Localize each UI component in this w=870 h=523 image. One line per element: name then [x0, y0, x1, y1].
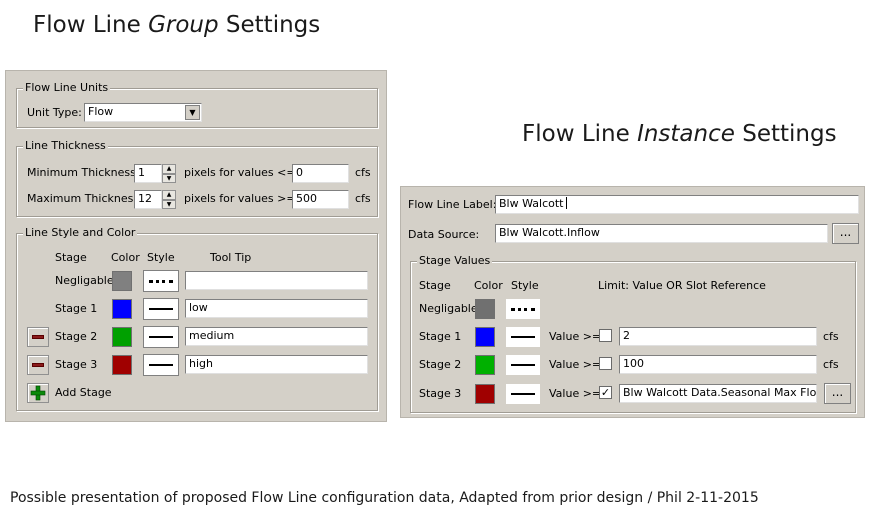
line-style-stage-1[interactable]	[143, 298, 179, 320]
stage-label-1: Stage 1	[55, 302, 98, 315]
max-thickness-label: Maximum Thickness:	[27, 192, 143, 205]
min-thickness-suffix: pixels for values <=	[184, 166, 296, 179]
stage-label-3: Stage 3	[419, 387, 462, 400]
remove-stage-2-button[interactable]	[27, 327, 49, 347]
remove-stage-3-button[interactable]	[27, 355, 49, 375]
slot-ref-checkbox-stage-3[interactable]: ✓	[599, 386, 612, 399]
data-source-label: Data Source:	[408, 228, 480, 241]
flow-line-label-input[interactable]: Blw Walcott	[495, 195, 859, 214]
color-swatch-negligable[interactable]	[112, 271, 132, 291]
color-swatch-stage-3[interactable]	[112, 355, 132, 375]
stage-values-group: Stage Values Stage Color Style Limit: Va…	[410, 254, 856, 413]
col-header-style: Style	[147, 251, 175, 264]
group-settings-panel: Flow Line Units Unit Type: Flow ▼ Line T…	[5, 70, 387, 422]
minus-icon	[32, 335, 44, 339]
chevron-down-icon[interactable]: ▼	[185, 105, 200, 120]
min-thickness-input[interactable]: 1	[134, 164, 162, 183]
unit-type-label: Unit Type:	[27, 106, 82, 119]
color-swatch-negligable	[475, 299, 495, 319]
line-style-color-legend: Line Style and Color	[23, 226, 138, 240]
add-stage-label[interactable]: Add Stage	[55, 386, 112, 400]
limit-input-stage-3[interactable]: Blw Walcott Data.Seasonal Max Flow	[619, 384, 817, 403]
footer-caption: Possible presentation of proposed Flow L…	[10, 490, 759, 506]
flow-line-label-value: Blw Walcott	[499, 197, 564, 210]
line-style-stage-2[interactable]	[143, 326, 179, 348]
tooltip-input-stage-3[interactable]: high	[185, 355, 368, 374]
flow-line-units-legend: Flow Line Units	[23, 81, 111, 95]
group-settings-heading: Flow Line Group Settings	[33, 12, 321, 38]
value-prefix-stage-1: Value >=	[549, 330, 602, 343]
spin-up-icon[interactable]: ▲	[162, 164, 176, 174]
min-threshold-unit: cfs	[355, 166, 371, 179]
flow-line-label-label: Flow Line Label:	[408, 198, 497, 211]
stage-label-1: Stage 1	[419, 330, 462, 343]
max-thickness-stepper[interactable]: ▲ ▼	[162, 190, 176, 209]
max-threshold-input[interactable]: 500	[292, 190, 349, 209]
limit-input-stage-2[interactable]: 100	[619, 355, 817, 374]
max-threshold-unit: cfs	[355, 192, 371, 205]
col-header-style: Style	[511, 279, 539, 292]
stage-label-negligable: Negligable	[55, 274, 114, 287]
stage-label-3: Stage 3	[55, 358, 98, 371]
min-thickness-label: Minimum Thickness:	[27, 166, 140, 179]
line-thickness-legend: Line Thickness	[23, 139, 108, 153]
max-thickness-suffix: pixels for values >=	[184, 192, 296, 205]
limit-input-stage-1[interactable]: 2	[619, 327, 817, 346]
checkmark-icon: ✓	[600, 386, 611, 399]
col-header-stage: Stage	[419, 279, 451, 292]
line-style-stage-1	[505, 326, 541, 348]
add-stage-button[interactable]	[27, 383, 49, 403]
slot-ref-checkbox-stage-1[interactable]	[599, 329, 612, 342]
data-source-input[interactable]: Blw Walcott.Inflow	[495, 224, 828, 243]
line-style-negligable[interactable]	[143, 270, 179, 292]
color-swatch-stage-2	[475, 355, 495, 375]
flow-line-units-group: Flow Line Units Unit Type: Flow ▼	[16, 81, 378, 128]
line-style-color-group: Line Style and Color Stage Color Style T…	[16, 226, 378, 411]
stage-values-legend: Stage Values	[417, 254, 493, 268]
min-threshold-input[interactable]: 0	[292, 164, 349, 183]
color-swatch-stage-3	[475, 384, 495, 404]
line-style-stage-2	[505, 354, 541, 376]
spin-down-icon[interactable]: ▼	[162, 173, 176, 183]
data-source-browse-button[interactable]: ...	[832, 223, 859, 244]
unit-type-value: Flow	[88, 105, 114, 118]
line-style-stage-3[interactable]	[143, 354, 179, 376]
col-header-color: Color	[474, 279, 503, 292]
tooltip-input-stage-1[interactable]: low	[185, 299, 368, 318]
col-header-limit: Limit: Value OR Slot Reference	[598, 279, 766, 292]
stage-label-2: Stage 2	[55, 330, 98, 343]
stage-label-2: Stage 2	[419, 358, 462, 371]
color-swatch-stage-2[interactable]	[112, 327, 132, 347]
col-header-stage: Stage	[55, 251, 87, 264]
minus-icon	[32, 363, 44, 367]
instance-settings-heading: Flow Line Instance Settings	[522, 121, 837, 147]
slot-ref-checkbox-stage-2[interactable]	[599, 357, 612, 370]
max-thickness-input[interactable]: 12	[134, 190, 162, 209]
line-style-negligable	[505, 298, 541, 320]
unit-type-select[interactable]: Flow ▼	[84, 103, 202, 122]
spin-up-icon[interactable]: ▲	[162, 190, 176, 200]
line-style-stage-3	[505, 383, 541, 405]
col-header-color: Color	[111, 251, 140, 264]
limit-unit-stage-2: cfs	[823, 358, 839, 371]
line-thickness-group: Line Thickness Minimum Thickness: 1 ▲ ▼ p…	[16, 139, 378, 217]
color-swatch-stage-1	[475, 327, 495, 347]
text-cursor	[566, 197, 568, 209]
stage-label-negligable: Negligable	[419, 302, 478, 315]
slot-ref-browse-button[interactable]: ...	[824, 383, 851, 404]
tooltip-input-negligable[interactable]	[185, 271, 368, 290]
instance-settings-panel: Flow Line Label: Blw Walcott Data Source…	[400, 186, 865, 418]
spin-down-icon[interactable]: ▼	[162, 199, 176, 209]
min-thickness-stepper[interactable]: ▲ ▼	[162, 164, 176, 183]
value-prefix-stage-3: Value >=	[549, 387, 602, 400]
plus-icon	[30, 385, 46, 401]
value-prefix-stage-2: Value >=	[549, 358, 602, 371]
limit-unit-stage-1: cfs	[823, 330, 839, 343]
tooltip-input-stage-2[interactable]: medium	[185, 327, 368, 346]
col-header-tooltip: Tool Tip	[210, 251, 252, 264]
color-swatch-stage-1[interactable]	[112, 299, 132, 319]
